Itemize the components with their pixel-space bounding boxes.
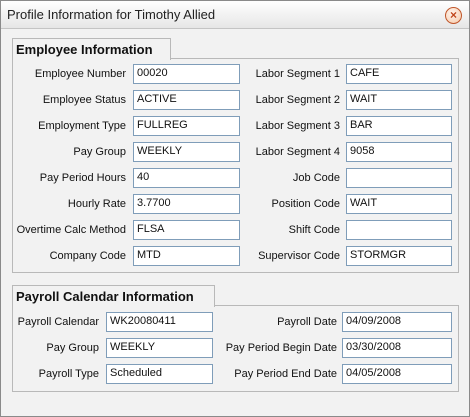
pay-period-end-date-label: Pay Period End Date xyxy=(234,368,337,380)
employee-status-field[interactable]: ACTIVE xyxy=(133,90,240,110)
labor-segment-1-field[interactable]: CAFE xyxy=(346,64,452,84)
hourly-rate-label: Hourly Rate xyxy=(67,198,126,210)
pay-group-field[interactable]: WEEKLY xyxy=(133,142,240,162)
pay-period-hours-label: Pay Period Hours xyxy=(39,172,126,184)
overtime-calc-method-label: Overtime Calc Method xyxy=(16,224,126,236)
employment-type-label: Employment Type xyxy=(38,120,126,132)
hourly-rate-field[interactable]: 3.7700 xyxy=(133,194,240,214)
shift-code-field[interactable] xyxy=(346,220,452,240)
employment-type-field[interactable]: FULLREG xyxy=(133,116,240,136)
payroll-pay-group-label: Pay Group xyxy=(46,342,99,354)
shift-code-label: Shift Code xyxy=(288,224,340,236)
labor-segment-4-label: Labor Segment 4 xyxy=(255,146,340,158)
overtime-calc-method-field[interactable]: FLSA xyxy=(133,220,240,240)
labor-segment-2-label: Labor Segment 2 xyxy=(255,94,340,106)
employee-number-field[interactable]: 00020 xyxy=(133,64,240,84)
company-code-label: Company Code xyxy=(49,250,126,262)
payroll-calendar-field[interactable]: WK20080411 xyxy=(106,312,213,332)
payroll-date-field[interactable]: 04/09/2008 xyxy=(342,312,452,332)
employee-status-label: Employee Status xyxy=(42,94,126,106)
supervisor-code-field[interactable]: STORMGR xyxy=(346,246,452,266)
labor-segment-1-label: Labor Segment 1 xyxy=(255,68,340,80)
pay-period-end-date-field[interactable]: 04/05/2008 xyxy=(342,364,452,384)
payroll-pay-group-field[interactable]: WEEKLY xyxy=(106,338,213,358)
payroll-type-label: Payroll Type xyxy=(38,368,99,380)
employee-number-label: Employee Number xyxy=(34,68,126,80)
pay-group-label: Pay Group xyxy=(73,146,126,158)
payroll-calendar-label: Payroll Calendar xyxy=(17,316,99,328)
payroll-date-label: Payroll Date xyxy=(277,316,337,328)
position-code-label: Position Code xyxy=(271,198,341,210)
profile-window: Profile Information for Timothy Allied ×… xyxy=(0,0,470,417)
window-title: Profile Information for Timothy Allied xyxy=(7,7,216,22)
company-code-field[interactable]: MTD xyxy=(133,246,240,266)
close-icon[interactable]: × xyxy=(445,7,462,24)
payroll-calendar-legend: Payroll Calendar Information xyxy=(12,285,215,307)
payroll-type-field[interactable]: Scheduled xyxy=(106,364,213,384)
labor-segment-3-field[interactable]: BAR xyxy=(346,116,452,136)
job-code-label: Job Code xyxy=(292,172,340,184)
pay-period-begin-date-label: Pay Period Begin Date xyxy=(225,342,337,354)
supervisor-code-label: Supervisor Code xyxy=(258,250,340,262)
labor-segment-4-field[interactable]: 9058 xyxy=(346,142,452,162)
job-code-field[interactable] xyxy=(346,168,452,188)
title-bar: Profile Information for Timothy Allied × xyxy=(1,1,469,29)
labor-segment-3-label: Labor Segment 3 xyxy=(255,120,340,132)
pay-period-begin-date-field[interactable]: 03/30/2008 xyxy=(342,338,452,358)
position-code-field[interactable]: WAIT xyxy=(346,194,452,214)
employee-info-legend: Employee Information xyxy=(12,38,171,60)
labor-segment-2-field[interactable]: WAIT xyxy=(346,90,452,110)
pay-period-hours-field[interactable]: 40 xyxy=(133,168,240,188)
